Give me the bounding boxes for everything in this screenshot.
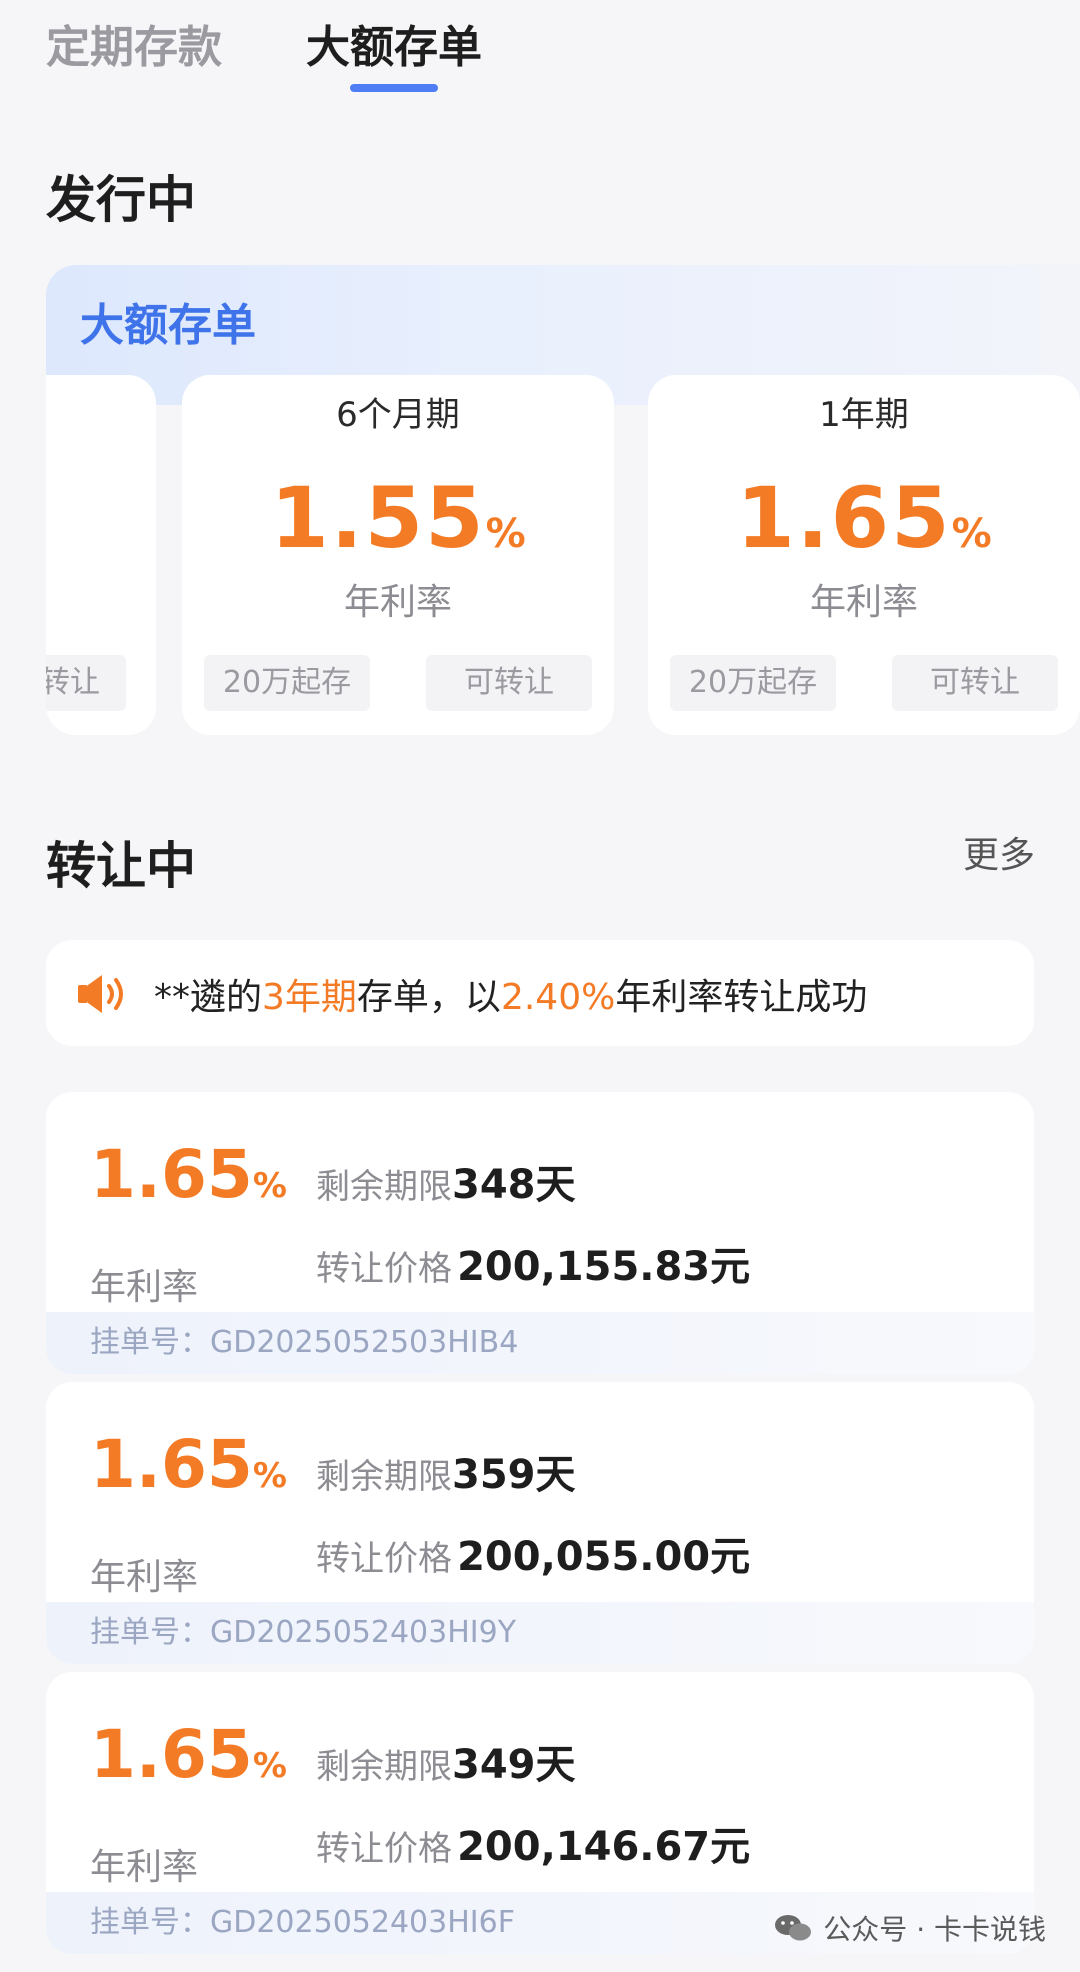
- rate-label: 年利率: [343, 582, 452, 623]
- speaker-icon: [78, 975, 123, 1013]
- watermark: 公众号 · 卡卡说钱: [773, 1908, 1046, 1948]
- panel-label: 大额存单: [80, 300, 256, 351]
- product-card-partial[interactable]: 转让: [46, 375, 156, 735]
- transfer-price: 转让价格 200,055.00元: [316, 1534, 751, 1580]
- tab-fixed-deposit[interactable]: 定期存款: [46, 18, 222, 78]
- notice-text: **遴的3年期存单，以2.40%年利率转让成功: [154, 977, 868, 1018]
- rate-label: 年利率: [90, 1847, 199, 1888]
- transferable-chip: 可转让: [426, 655, 592, 711]
- active-tab-indicator: [350, 84, 438, 92]
- issuing-section-title: 发行中: [46, 171, 196, 229]
- listing-rate: 1.65%: [90, 1136, 287, 1213]
- rate-label: 年利率: [809, 582, 918, 623]
- transferable-chip: 可转让: [892, 655, 1058, 711]
- remaining-term: 剩余期限359天: [316, 1452, 576, 1498]
- listing-rate: 1.65%: [90, 1716, 287, 1793]
- min-deposit-chip: 20万起存: [204, 655, 370, 711]
- transfer-price: 转让价格 200,155.83元: [316, 1244, 751, 1290]
- product-card-6m[interactable]: 6个月期 1.55% 年利率 20万起存 可转让: [182, 375, 614, 735]
- listing-rate: 1.65%: [90, 1426, 287, 1503]
- issuing-panel: 大额存单 转让 6个月期 1.55% 年利率 20万起存 可转让 1年期 1.6…: [46, 265, 1080, 735]
- product-rate: 1.55%: [270, 469, 526, 567]
- rate-label: 年利率: [90, 1267, 199, 1308]
- transfer-price: 转让价格 200,146.67元: [316, 1824, 751, 1870]
- product-rate: 1.65%: [736, 469, 992, 567]
- tab-bar: 定期存款 大额存单: [46, 18, 482, 92]
- order-number: 挂单号：GD2025052503HIB4: [46, 1312, 1034, 1374]
- transfer-notice: **遴的3年期存单，以2.40%年利率转让成功: [46, 940, 1034, 1046]
- product-card-1y[interactable]: 1年期 1.65% 年利率 20万起存 可转让: [648, 375, 1080, 735]
- tab-large-cd[interactable]: 大额存单: [306, 18, 482, 92]
- min-deposit-chip: 20万起存: [670, 655, 836, 711]
- remaining-term: 剩余期限349天: [316, 1742, 576, 1788]
- wechat-icon: [775, 1915, 812, 1941]
- rate-label: 年利率: [90, 1557, 199, 1598]
- order-number: 挂单号：GD2025052403HI9Y: [46, 1602, 1034, 1664]
- product-term: 6个月期: [336, 395, 460, 435]
- transferable-chip: 转让: [46, 655, 126, 711]
- product-term: 1年期: [819, 395, 909, 435]
- more-link[interactable]: 更多: [963, 826, 1035, 878]
- transfer-listing[interactable]: 1.65% 年利率 剩余期限348天 转让价格 200,155.83元 挂单号：…: [46, 1092, 1034, 1374]
- remaining-term: 剩余期限348天: [316, 1162, 576, 1208]
- transferring-section-title: 转让中: [46, 837, 196, 895]
- watermark-text: 公众号 · 卡卡说钱: [823, 1913, 1046, 1946]
- transfer-listing[interactable]: 1.65% 年利率 剩余期限359天 转让价格 200,055.00元 挂单号：…: [46, 1382, 1034, 1664]
- page: 定期存款 大额存单 发行中 大额存单 转让 6个月期 1.55% 年利率 20万…: [0, 0, 1080, 1972]
